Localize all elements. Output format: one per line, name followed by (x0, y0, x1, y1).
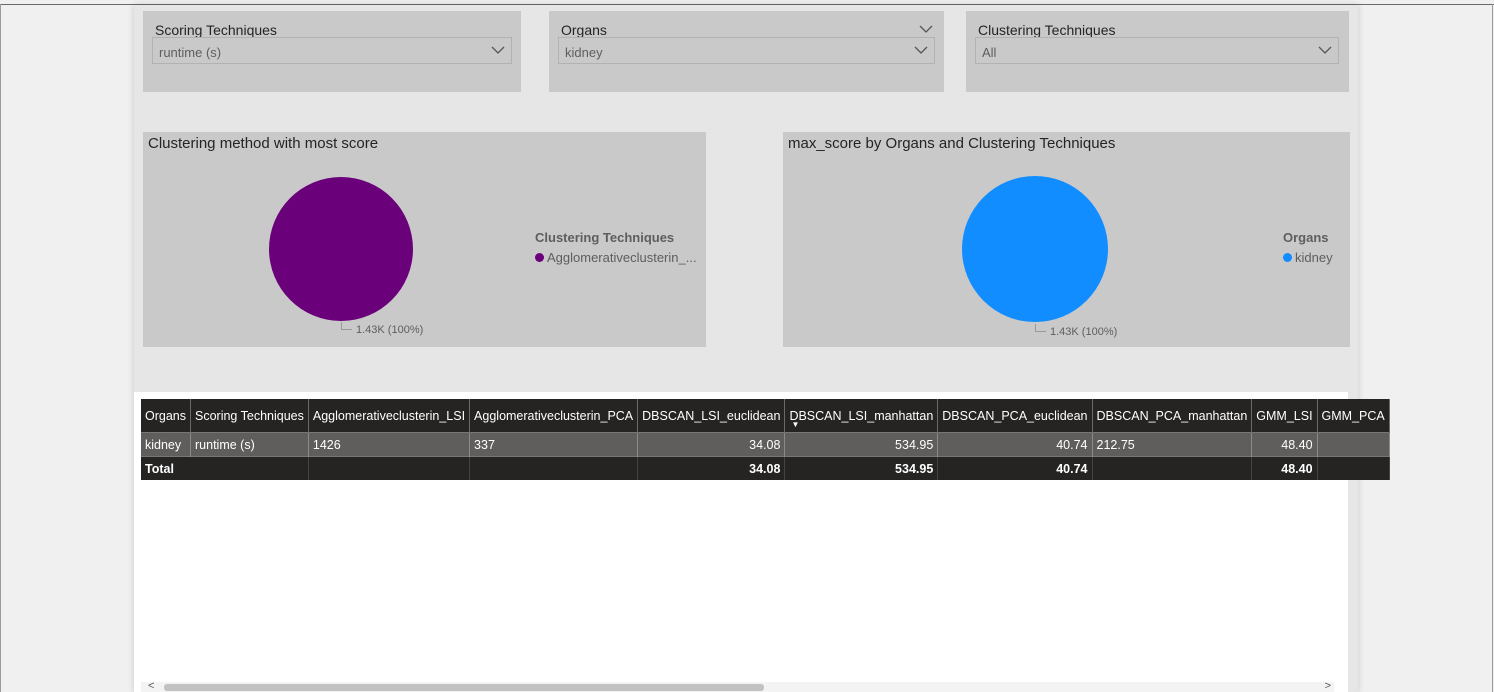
chart-title: Clustering method with most score (148, 135, 379, 152)
table-cell: 534.95 (784, 456, 939, 480)
table-cell: 1426 (308, 432, 471, 457)
column-header[interactable]: Scoring Techniques (190, 399, 309, 433)
scoring-techniques-slicer: Scoring Techniques runtime (s) (143, 11, 521, 92)
scrollbar-thumb[interactable] (164, 684, 764, 691)
column-header[interactable]: GMM_PCA (1317, 399, 1390, 433)
pie-slice-agglomerative[interactable] (269, 177, 413, 321)
report-canvas: Scoring Techniques runtime (s) Organs ki… (134, 5, 1390, 692)
pie-data-label: 1.43K (100%) (356, 324, 424, 336)
clustering-techniques-slicer: Clustering Techniques All (966, 11, 1349, 92)
organs-slicer: Organs kidney (549, 11, 944, 92)
table-cell: 48.40 (1251, 456, 1318, 480)
slicer-title: Clustering Techniques (978, 22, 1116, 38)
legend-item[interactable]: Agglomerativeclusterin_... (535, 250, 697, 265)
pie-slice-kidney[interactable] (962, 176, 1108, 322)
pie-chart (962, 176, 1108, 322)
header-row: Organs Scoring Techniques Agglomerativec… (141, 399, 1390, 433)
organs-dropdown[interactable]: kidney (558, 37, 935, 64)
table-cell (1317, 432, 1390, 457)
column-header-sorted[interactable]: DBSCAN_LSI_manhattan ▼ (784, 399, 939, 433)
scroll-right-icon[interactable]: > (1325, 680, 1331, 692)
table-cell: 34.08 (637, 432, 786, 457)
table-cell (308, 456, 471, 480)
column-header[interactable]: GMM_LSI (1251, 399, 1318, 433)
matrix-visual: Organs Scoring Techniques Agglomerativec… (134, 392, 1390, 692)
table-row: kidney runtime (s) 1426 337 34.08 534.95… (141, 432, 1390, 457)
sort-descending-icon: ▼ (791, 420, 800, 429)
chart-title: max_score by Organs and Clustering Techn… (788, 135, 1116, 152)
pie-data-label: 1.43K (100%) (1050, 326, 1118, 338)
table-cell: 212.75 (1092, 432, 1253, 457)
table-cell: kidney (141, 432, 191, 457)
max-score-pie-panel: max_score by Organs and Clustering Techn… (783, 132, 1350, 347)
horizontal-scrollbar[interactable]: < > (141, 680, 1334, 692)
column-header-label: DBSCAN_LSI_manhattan (789, 408, 934, 423)
clustering-techniques-dropdown[interactable]: All (975, 37, 1339, 64)
chevron-down-icon (491, 46, 505, 54)
window-left-border (0, 4, 1, 692)
slicer-selected-value: kidney (565, 45, 603, 60)
data-label-leader (1035, 324, 1046, 332)
scoring-techniques-dropdown[interactable]: runtime (s) (152, 37, 512, 64)
pie-chart (269, 177, 413, 321)
slicer-title: Organs (561, 22, 607, 38)
clustering-method-pie-panel: Clustering method with most score 1.43K … (143, 132, 706, 347)
column-header[interactable]: Agglomerativeclusterin_LSI (308, 399, 471, 433)
table-cell: runtime (s) (190, 432, 309, 457)
data-table: Organs Scoring Techniques Agglomerativec… (141, 399, 1390, 480)
legend-label: kidney (1295, 250, 1333, 265)
slicer-selected-value: All (982, 45, 997, 60)
table-cell: 534.95 (784, 432, 939, 457)
table-cell: 40.74 (937, 432, 1093, 457)
legend-item[interactable]: kidney (1283, 250, 1333, 265)
legend-dot (1283, 253, 1292, 262)
total-row: Total 34.08 534.95 40.74 48.40 (141, 456, 1390, 480)
column-header[interactable]: Agglomerativeclusterin_PCA (469, 399, 639, 433)
chevron-down-icon (914, 46, 928, 54)
total-label: Total (141, 456, 309, 480)
column-header[interactable]: DBSCAN_PCA_euclidean (937, 399, 1093, 433)
table-cell (1317, 456, 1390, 480)
data-label-leader (341, 322, 352, 330)
legend-title: Organs (1283, 230, 1329, 245)
legend-label: Agglomerativeclusterin_... (547, 250, 697, 265)
scroll-left-icon[interactable]: < (148, 680, 154, 692)
table-cell: 34.08 (637, 456, 786, 480)
legend-title: Clustering Techniques (535, 230, 675, 245)
table-cell (469, 456, 639, 480)
chevron-down-icon[interactable] (918, 22, 934, 36)
column-header[interactable]: DBSCAN_PCA_manhattan (1092, 399, 1253, 433)
legend-dot (535, 253, 544, 262)
slicer-selected-value: runtime (s) (159, 45, 222, 60)
table-cell: 48.40 (1251, 432, 1318, 457)
window-right-border (1492, 4, 1493, 692)
chevron-down-icon (1318, 46, 1332, 54)
table-cell: 337 (469, 432, 639, 457)
column-header[interactable]: Organs (141, 399, 191, 433)
table-cell (1092, 456, 1253, 480)
table-cell: 40.74 (937, 456, 1093, 480)
slicer-title: Scoring Techniques (155, 22, 277, 38)
column-header[interactable]: DBSCAN_LSI_euclidean (637, 399, 786, 433)
